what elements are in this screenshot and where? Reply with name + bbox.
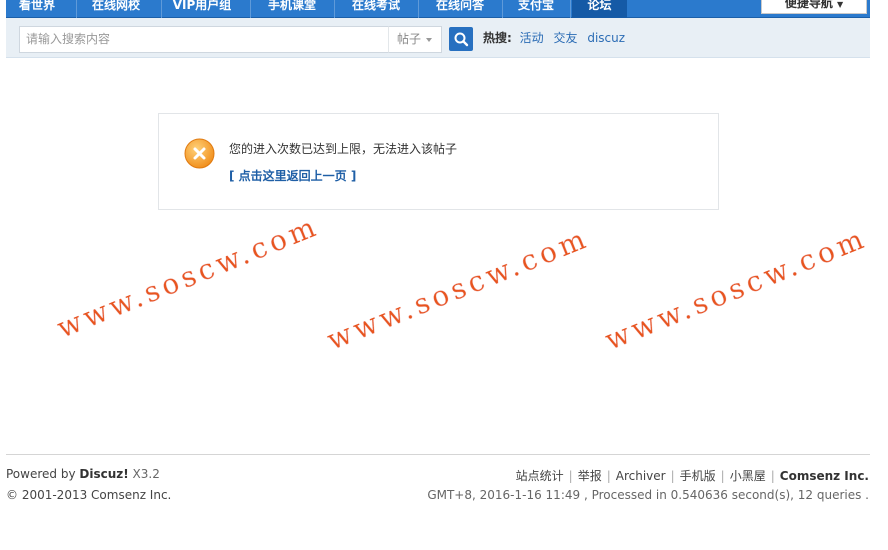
powered-prefix: Powered by [6,467,80,481]
chevron-down-icon: ▼ [837,0,844,9]
watermark-text: www.soscw.com [52,209,323,344]
nav-item-online-qa[interactable]: 在线问答 [424,0,496,18]
search-type-value: 帖子 [397,32,422,46]
nav-item-world[interactable]: 看世界 [6,0,68,18]
nav-item-online-school[interactable]: 在线网校 [80,0,152,18]
hot-search-link[interactable]: discuz [587,31,625,45]
watermark-text: www.soscw.com [600,221,871,356]
hot-search-link[interactable]: 交友 [553,31,577,45]
nav-divider [570,0,571,18]
discuz-link[interactable]: Discuz! [79,467,128,481]
alert-box: 您的进入次数已达到上限，无法进入该帖子 [ 点击这里返回上一页 ] [158,113,719,210]
nav-divider [250,0,251,18]
nav-item-vip-group[interactable]: VIP用户组 [166,0,238,18]
chevron-down-icon [426,37,433,42]
hot-search: 热搜: 活动 交友 discuz [483,30,631,46]
nav-item-forum[interactable]: 论坛 [572,0,627,18]
search-bar: 请输入搜索内容 帖子 热搜: 活动 交友 discuz [6,18,870,58]
footer-link-report[interactable]: 举报 [578,469,602,483]
nav-divider [161,0,162,18]
hot-search-label: 热搜: [483,31,512,45]
top-nav-bar: 看世界 在线网校 VIP用户组 手机课堂 在线考试 在线问答 支付宝 论坛 便捷… [6,0,870,18]
footer-links: 站点统计 | 举报 | Archiver | 手机版 | 小黑屋 | Comsenz Inc. [516,467,869,484]
search-button[interactable] [449,27,473,51]
footer-link-archiver[interactable]: Archiver [616,469,666,483]
footer-separator: | [670,469,675,483]
nav-item-mobile-class[interactable]: 手机课堂 [256,0,328,18]
footer-separator: | [568,469,573,483]
nav-divider [334,0,335,18]
nav-divider [502,0,503,18]
error-x-icon [184,138,215,169]
powered-by: Powered by Discuz! X3.2 [6,467,160,481]
footer-link-blackroom[interactable]: 小黑屋 [730,469,766,483]
nav-divider [418,0,419,18]
footer-link-comsenz[interactable]: Comsenz Inc. [780,469,869,483]
copyright: © 2001-2013 Comsenz Inc. [6,488,172,502]
footer-separator: | [720,469,725,483]
search-icon [454,32,469,47]
quick-nav-button[interactable]: 便捷导航 ▼ [761,0,867,14]
quick-nav-label: 便捷导航 [784,0,833,10]
alert-message: 您的进入次数已达到上限，无法进入该帖子 [229,142,458,156]
version-label: X3.2 [128,467,160,481]
page: 看世界 在线网校 VIP用户组 手机课堂 在线考试 在线问答 支付宝 论坛 便捷… [0,0,888,550]
back-link[interactable]: [ 点击这里返回上一页 ] [229,167,356,184]
watermark-text: www.soscw.com [322,221,593,356]
footer-divider [6,454,870,455]
footer-link-stats[interactable]: 站点统计 [516,469,564,483]
nav-item-alipay[interactable]: 支付宝 [506,0,566,18]
search-input[interactable]: 请输入搜索内容 [19,26,389,53]
footer-separator: | [770,469,775,483]
nav-divider [76,0,77,18]
footer-separator: | [606,469,611,483]
search-type-select[interactable]: 帖子 [388,26,442,53]
debug-info: GMT+8, 2016-1-16 11:49 , Processed in 0.… [427,488,869,502]
hot-search-link[interactable]: 活动 [520,31,544,45]
nav-item-online-exam[interactable]: 在线考试 [340,0,412,18]
footer-link-mobile[interactable]: 手机版 [680,469,716,483]
